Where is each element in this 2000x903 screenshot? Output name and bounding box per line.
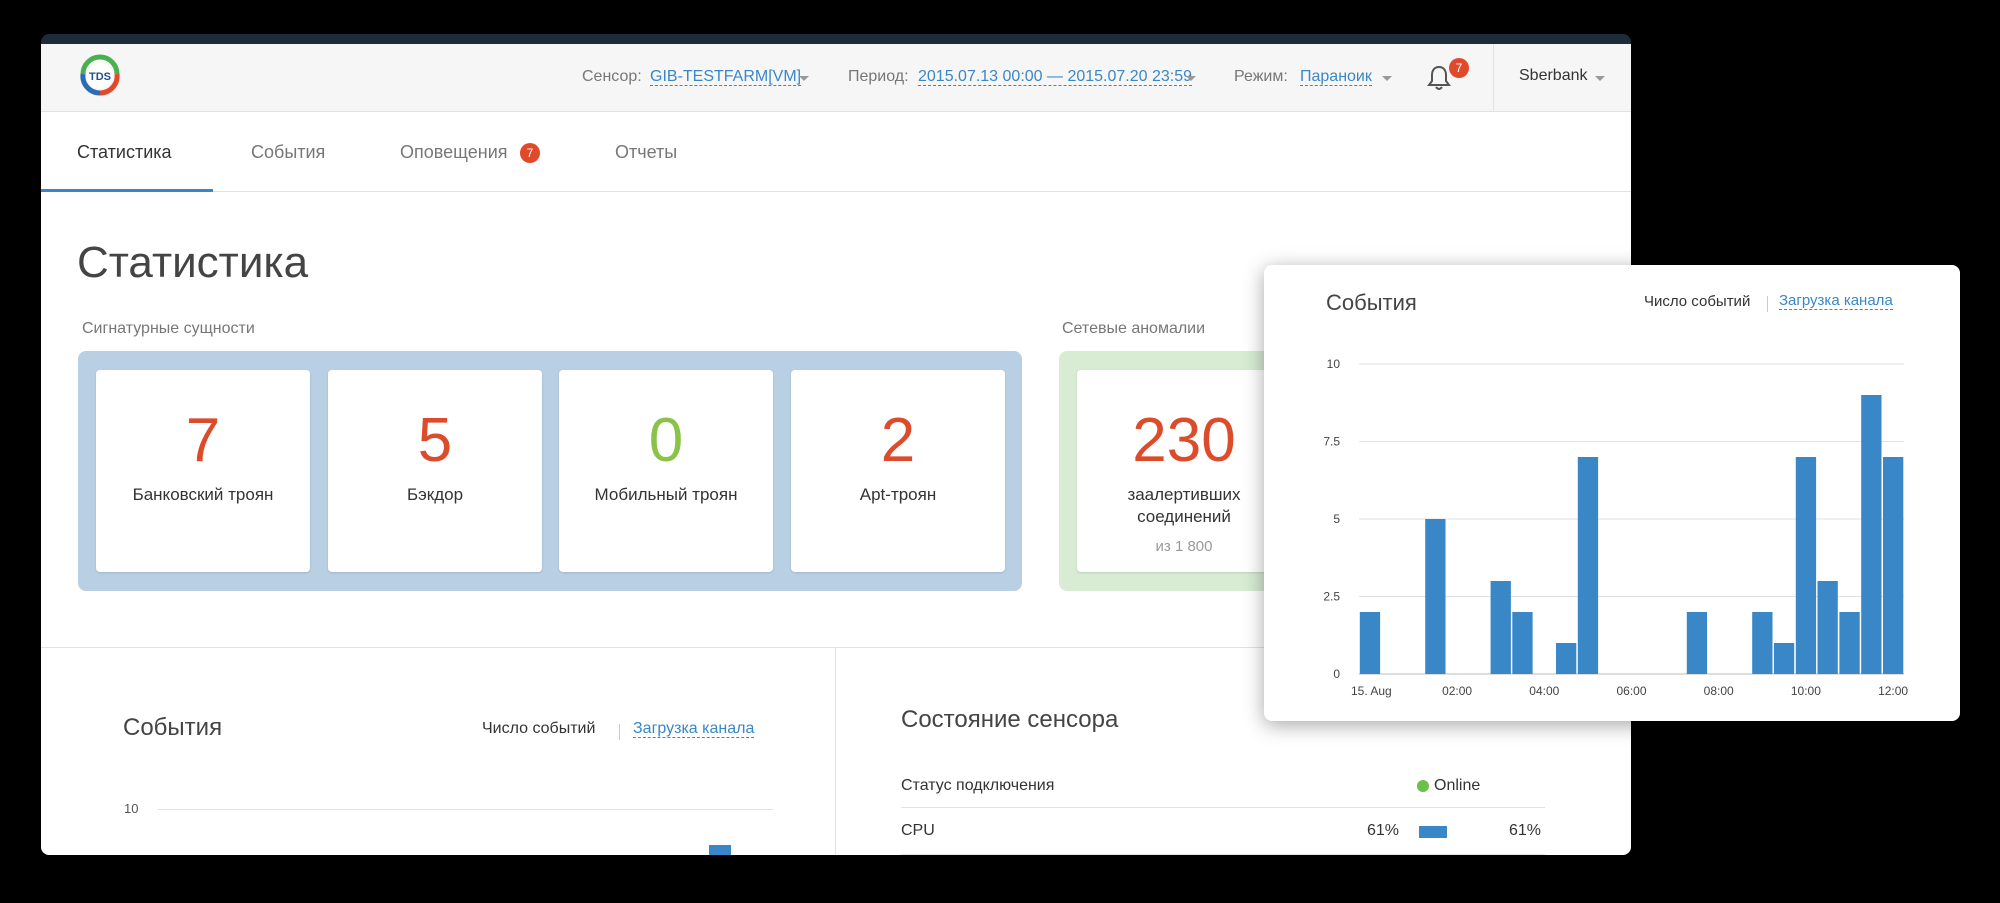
logo-text: TDS (89, 71, 111, 83)
tab-events[interactable]: События (251, 112, 325, 192)
stat-card-alerted-connections[interactable]: 230 заалертивших соединений из 1 800 (1077, 370, 1291, 572)
alerts-tab-badge[interactable]: 7 (520, 143, 540, 163)
bar (709, 845, 731, 855)
toggle-divider (619, 724, 620, 740)
period-label: Период: (848, 68, 909, 85)
connection-status-value: Online (1434, 777, 1481, 794)
mode-label: Режим: (1234, 68, 1288, 85)
y-tick-label: 10 (124, 801, 139, 816)
tab-statistics[interactable]: Статистика (77, 112, 172, 192)
period-select[interactable]: 2015.07.13 00:00 — 2015.07.20 23:59 (918, 68, 1193, 86)
cpu-label: CPU (901, 822, 935, 839)
tds-logo[interactable]: TDS (75, 52, 125, 102)
chart-bar[interactable] (1512, 612, 1533, 674)
chart-title: События (1326, 290, 1417, 315)
chart-x-tick-label: 02:00 (1442, 684, 1472, 698)
stat-card-sub: из 1 800 (1155, 538, 1213, 555)
stat-card-banking-trojan[interactable]: 7 Банковский троян (96, 370, 310, 572)
chart-y-tick-label: 10 (1327, 357, 1341, 371)
chart-bar[interactable] (1839, 612, 1860, 674)
cpu-value-secondary: 61% (1509, 822, 1542, 839)
tab-alerts[interactable]: Оповещения (400, 112, 508, 192)
chart-x-tick-label: 08:00 (1704, 684, 1734, 698)
chart-bar[interactable] (1556, 643, 1577, 674)
account-menu[interactable]: Sberbank (1519, 67, 1588, 85)
stat-card-value: 2 (880, 406, 916, 475)
chart-y-tick-label: 0 (1333, 667, 1340, 681)
chart-bars (1359, 395, 1904, 674)
page-title: Статистика (77, 238, 309, 287)
account-chevron-down-icon[interactable] (1595, 76, 1605, 81)
signature-section-label: Сигнатурные сущности (82, 320, 255, 337)
stat-card-backdoor[interactable]: 5 Бэкдор (328, 370, 542, 572)
channel-load-toggle[interactable]: Загрузка канала (633, 720, 755, 738)
tab-bar: Статистика События Оповещения 7 Отчеты (41, 112, 1631, 192)
stat-card-value: 7 (185, 406, 221, 475)
mode-chevron-down-icon[interactable] (1382, 76, 1392, 81)
row-divider (901, 854, 1545, 855)
row-divider (901, 807, 1545, 808)
chart-bar[interactable] (1883, 457, 1904, 674)
chart-x-ticks: 15. Aug 02:00 04:00 06:00 08:00 10:00 12:00 (1351, 684, 1908, 698)
column-divider (835, 648, 836, 855)
chart-bar[interactable] (1795, 457, 1817, 674)
stat-card-label: Apt-троян (859, 485, 937, 504)
chart-events-count-toggle[interactable]: Число событий (1644, 293, 1750, 310)
chart-y-tick-label: 7.5 (1323, 435, 1340, 449)
events-section-title: События (123, 714, 223, 741)
events-bar-chart: 0 2.5 5 7.5 10 15. Aug 02:00 04:00 06:00 08:00 10… (1323, 357, 1908, 698)
events-chart-card: 0 2.5 5 7.5 10 15. Aug 02:00 04:00 06:00 08:00 10… (1264, 265, 1960, 721)
toggle-divider (1767, 296, 1768, 312)
chart-y-ticks: 0 2.5 5 7.5 10 (1323, 357, 1340, 681)
chart-x-tick-label: 04:00 (1529, 684, 1559, 698)
sensor-select[interactable]: GIB-TESTFARM[VM] (650, 68, 802, 86)
header-divider (1493, 44, 1494, 112)
stat-card-label: Банковский троян (132, 485, 274, 504)
tab-reports[interactable]: Отчеты (615, 112, 677, 192)
online-status-dot-icon (1417, 780, 1429, 792)
chart-bar[interactable] (1861, 395, 1882, 674)
cpu-value: 61% (1367, 822, 1400, 839)
chart-x-tick-label: 15. Aug (1351, 684, 1392, 698)
chart-bar[interactable] (1490, 581, 1511, 674)
stat-card-value: 0 (648, 406, 684, 475)
chart-bar[interactable] (1773, 643, 1795, 674)
chart-bar[interactable] (1686, 612, 1708, 674)
chart-bar[interactable] (1577, 457, 1599, 674)
chart-bar[interactable] (1359, 612, 1381, 674)
stat-card-value: 230 (1132, 406, 1236, 475)
sensor-chevron-down-icon[interactable] (799, 76, 809, 81)
stat-card-label: Бэкдор (406, 485, 464, 504)
cpu-bar (1419, 826, 1447, 838)
mode-select[interactable]: Параноик (1300, 68, 1372, 86)
active-tab-indicator (41, 189, 213, 192)
events-count-toggle[interactable]: Число событий (482, 720, 595, 738)
stat-card-apt-trojan[interactable]: 2 Apt-троян (791, 370, 1005, 572)
chart-channel-load-toggle[interactable]: Загрузка канала (1779, 293, 1893, 310)
period-chevron-down-icon[interactable] (1186, 76, 1196, 81)
chart-x-tick-label: 06:00 (1616, 684, 1646, 698)
sensor-label: Сенсор: (582, 68, 642, 85)
stat-card-value: 5 (417, 406, 453, 475)
stat-card-label: заалертивших соединений (1127, 485, 1241, 526)
anomaly-section-label: Сетевые аномалии (1062, 320, 1206, 337)
notifications-badge[interactable]: 7 (1449, 58, 1469, 78)
chart-x-tick-label: 10:00 (1791, 684, 1821, 698)
chart-bar[interactable] (1752, 612, 1773, 674)
chart-x-tick-label: 12:00 (1878, 684, 1908, 698)
stat-card-label: Мобильный троян (594, 485, 738, 504)
gridline (158, 809, 773, 810)
connection-status-label: Статус подключения (901, 777, 1055, 794)
sensor-state-title: Состояние сенсора (901, 706, 1119, 733)
header: TDS Сенсор: GIB-TESTFARM[VM] Период: 201… (41, 44, 1631, 112)
chart-y-tick-label: 2.5 (1323, 590, 1340, 604)
chart-y-tick-label: 5 (1333, 512, 1340, 526)
chart-bar[interactable] (1425, 519, 1446, 674)
chart-bar[interactable] (1817, 581, 1838, 674)
stat-card-mobile-trojan[interactable]: 0 Мобильный троян (559, 370, 773, 572)
